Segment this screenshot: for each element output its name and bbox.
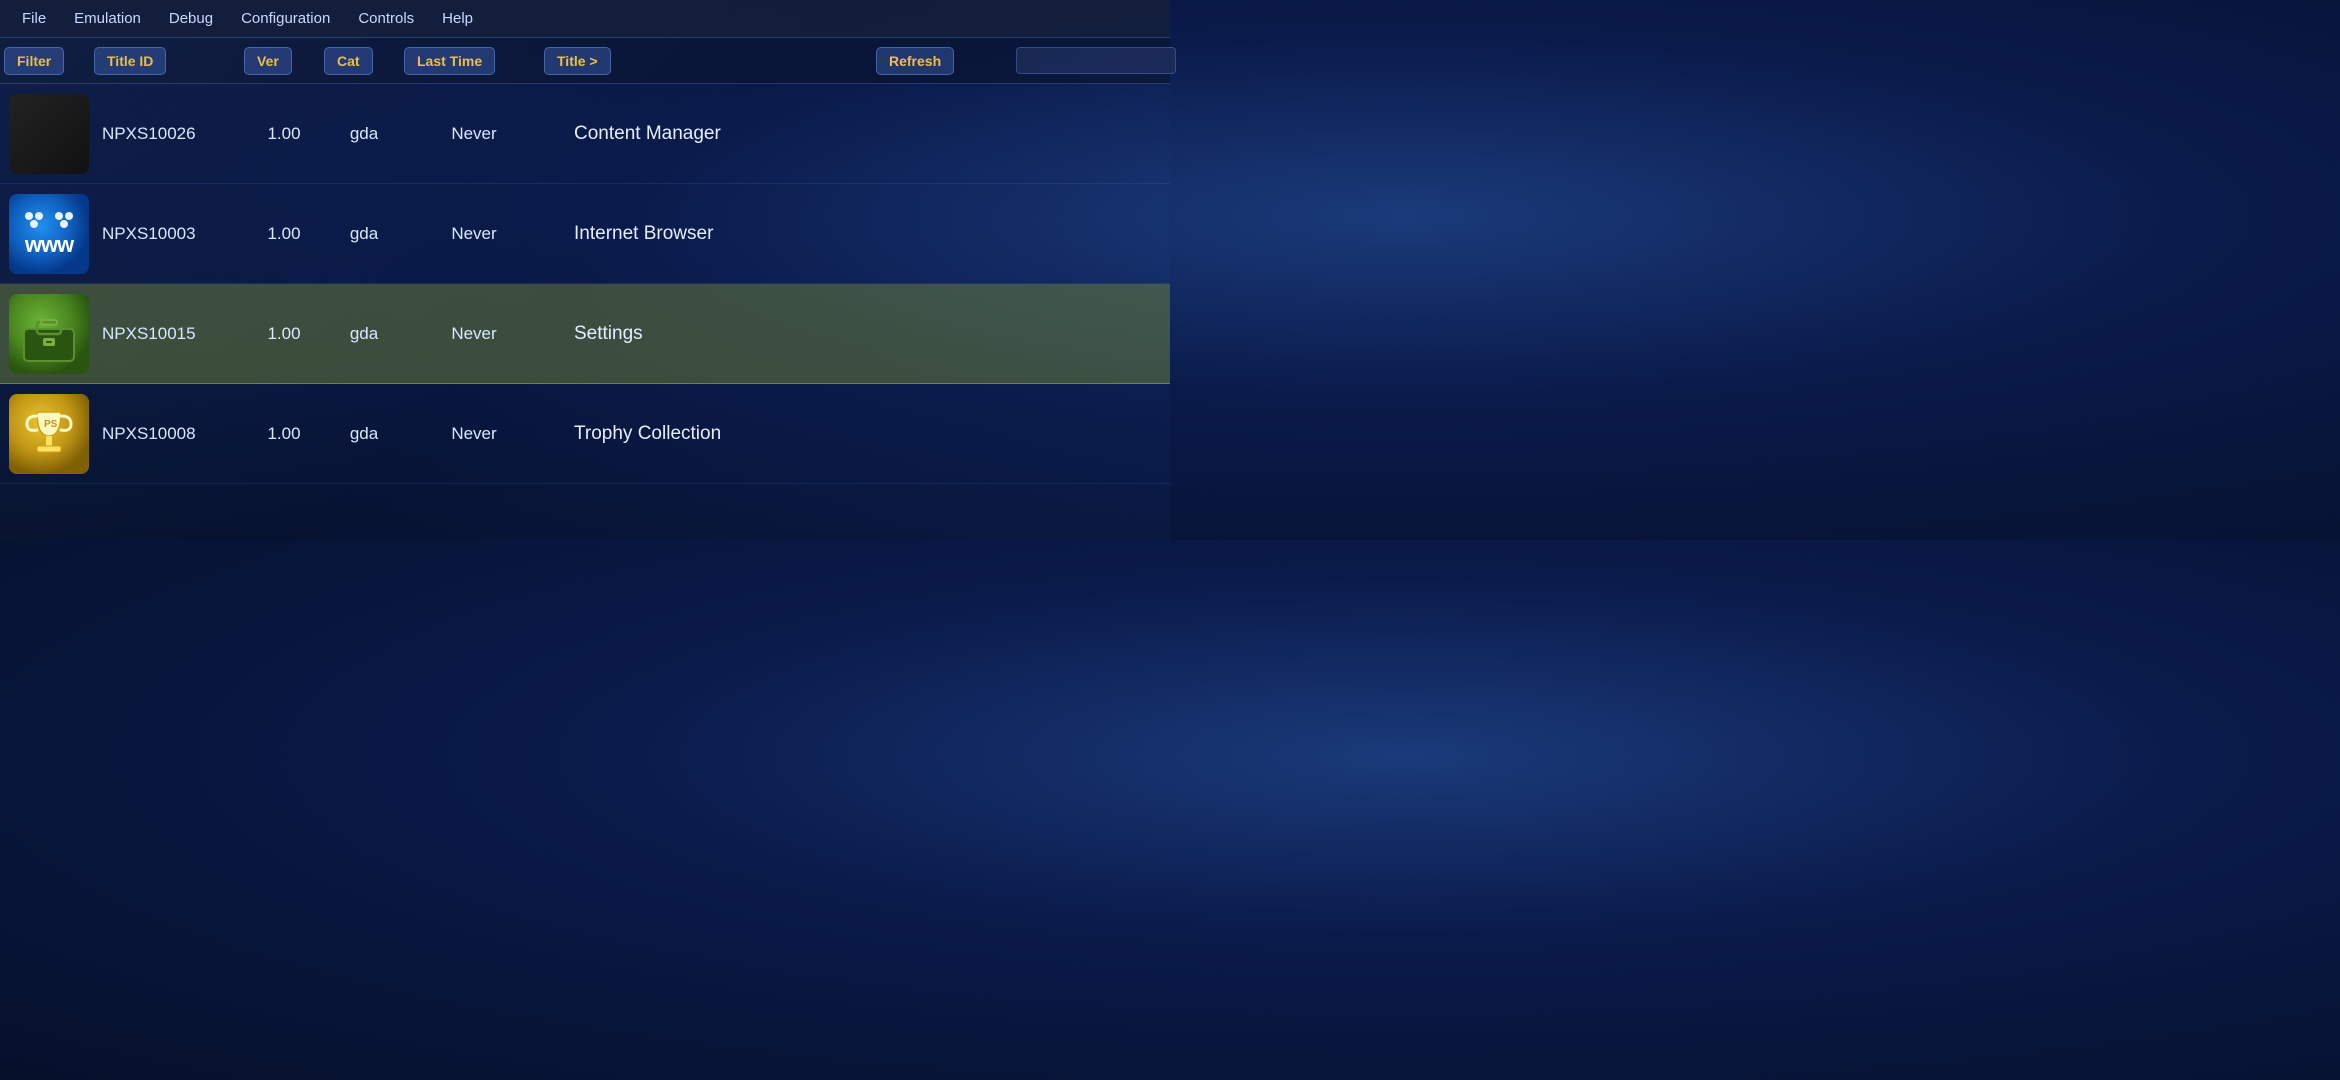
ver-header: Ver	[244, 47, 324, 75]
cell-lasttime: Never	[404, 224, 544, 244]
cell-titleid: NPXS10015	[94, 324, 244, 344]
title-header: Title >	[544, 47, 876, 75]
menu-file[interactable]: File	[8, 4, 60, 33]
filter-button-container: Filter	[4, 47, 94, 75]
search-input[interactable]	[1016, 47, 1176, 74]
icon-settings	[9, 294, 89, 374]
cell-ver: 1.00	[244, 124, 324, 144]
cell-lasttime: Never	[404, 424, 544, 444]
menu-debug[interactable]: Debug	[155, 4, 227, 33]
menu-controls[interactable]: Controls	[344, 4, 428, 33]
cell-title: Content Manager	[544, 123, 1166, 145]
filter-button[interactable]: Filter	[4, 47, 64, 75]
title-sort-button[interactable]: Title >	[544, 47, 611, 75]
lasttime-sort-button[interactable]: Last Time	[404, 47, 495, 75]
svg-text:www: www	[24, 232, 75, 257]
cell-titleid: NPXS10026	[94, 124, 244, 144]
icon-trophy: PS	[9, 394, 89, 474]
ver-sort-button[interactable]: Ver	[244, 47, 292, 75]
cell-ver: 1.00	[244, 324, 324, 344]
table-row[interactable]: NPXS10015 1.00 gda Never Settings	[0, 284, 1170, 384]
menu-emulation[interactable]: Emulation	[60, 4, 155, 33]
cat-header: Cat	[324, 47, 404, 75]
svg-text:PS: PS	[69, 135, 79, 142]
cell-cat: gda	[324, 224, 404, 244]
refresh-button[interactable]: Refresh	[876, 47, 954, 75]
cell-ver: 1.00	[244, 224, 324, 244]
cell-titleid: NPXS10008	[94, 424, 244, 444]
cell-lasttime: Never	[404, 324, 544, 344]
cell-ver: 1.00	[244, 424, 324, 444]
menu-configuration[interactable]: Configuration	[227, 4, 344, 33]
game-list: ♪ PS NPXS10026 1.00 gda Never Content Ma…	[0, 84, 1170, 484]
cell-cat: gda	[324, 124, 404, 144]
search-box-container	[1016, 47, 1166, 74]
table-row[interactable]: www NPXS10003 1.00 gda Never Internet Br…	[0, 184, 1170, 284]
app-icon-settings	[4, 294, 94, 374]
cat-sort-button[interactable]: Cat	[324, 47, 373, 75]
cell-title: Trophy Collection	[544, 423, 1166, 445]
table-row[interactable]: ♪ PS NPXS10026 1.00 gda Never Content Ma…	[0, 84, 1170, 184]
menu-bar: File Emulation Debug Configuration Contr…	[0, 0, 1170, 38]
titleid-sort-button[interactable]: Title ID	[94, 47, 166, 75]
cell-cat: gda	[324, 324, 404, 344]
icon-browser: www	[9, 194, 89, 274]
cell-title: Settings	[544, 323, 1166, 345]
icon-content-manager: ♪ PS	[9, 94, 89, 174]
app-icon-browser: www	[4, 194, 94, 274]
titleid-header: Title ID	[94, 47, 244, 75]
app-icon-content-manager: ♪ PS	[4, 94, 94, 174]
cell-lasttime: Never	[404, 124, 544, 144]
app-icon-trophy: PS	[4, 394, 94, 474]
cell-titleid: NPXS10003	[94, 224, 244, 244]
menu-help[interactable]: Help	[428, 4, 487, 33]
cell-cat: gda	[324, 424, 404, 444]
table-header: Filter Title ID Ver Cat Last Time Title …	[0, 38, 1170, 84]
cell-title: Internet Browser	[544, 223, 1166, 245]
refresh-button-container: Refresh	[876, 47, 1016, 75]
svg-text:PS: PS	[44, 419, 58, 430]
svg-text:♪: ♪	[59, 131, 66, 147]
lasttime-header: Last Time	[404, 47, 544, 75]
table-row[interactable]: PS NPXS10008 1.00 gda Never Trophy Colle…	[0, 384, 1170, 484]
